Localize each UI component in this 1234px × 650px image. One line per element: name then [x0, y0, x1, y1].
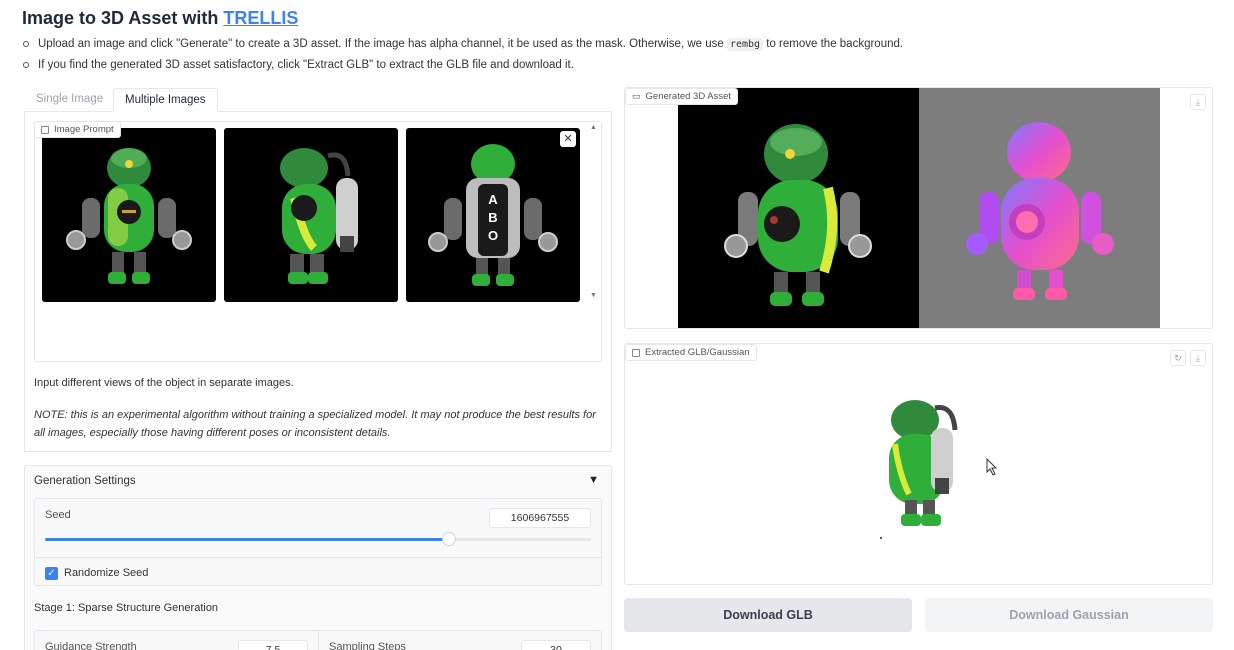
download-glb-button[interactable]: Download GLB	[624, 598, 912, 632]
file-icon	[632, 348, 640, 357]
svg-text:A: A	[488, 192, 498, 207]
download-gaussian-button[interactable]: Download Gaussian	[925, 598, 1213, 632]
randomize-seed-label[interactable]: Randomize Seed	[64, 567, 148, 579]
gallery-scrollbar[interactable]: ▲ ▼	[587, 122, 601, 304]
robot-color-render	[724, 124, 872, 306]
sampling-steps-control: Sampling Steps 30	[318, 631, 601, 650]
prompt-image-side[interactable]	[224, 128, 398, 302]
guidance-strength-label: Guidance Strength	[45, 641, 137, 650]
prompt-image-back[interactable]: A B O ✕	[406, 128, 580, 302]
input-tabs: Single Image Multiple Images	[24, 88, 612, 112]
randomize-seed-checkbox[interactable]: ✓	[45, 567, 58, 580]
extracted-glb-label: Extracted GLB/Gaussian	[625, 344, 757, 361]
color-render	[678, 88, 919, 328]
sampling-steps-label: Sampling Steps	[329, 641, 407, 650]
generation-settings-title[interactable]: Generation Settings	[34, 475, 136, 487]
mouse-cursor-icon	[986, 458, 998, 476]
normal-render	[919, 88, 1160, 328]
download-icon[interactable]: ⤓	[1190, 94, 1206, 110]
stage1-controls: Guidance Strength 7.5 Sampling Steps 30	[34, 630, 602, 650]
generation-settings-accordion: Generation Settings ▼ Seed 1606967555 ✓ …	[24, 465, 612, 650]
guidance-strength-input[interactable]: 7.5	[238, 640, 308, 650]
robot-front-image	[66, 148, 192, 284]
image-icon	[41, 125, 49, 134]
experimental-note: NOTE: this is an experimental algorithm …	[34, 409, 596, 439]
generated-asset-label: ▭ Generated 3D Asset	[625, 88, 739, 105]
instructions-list: Upload an image and click "Generate" to …	[22, 36, 903, 78]
download-icon[interactable]: ⤓	[1190, 350, 1206, 366]
seed-slider-fill	[45, 538, 450, 541]
seed-control: Seed 1606967555 ✓ Randomize Seed	[34, 498, 603, 587]
input-hint: Input different views of the object in s…	[34, 377, 294, 389]
remove-image-button[interactable]: ✕	[560, 131, 576, 147]
image-prompt-label: Image Prompt	[34, 121, 121, 138]
generated-asset-video[interactable]	[678, 88, 1160, 328]
randomize-seed-row: ✓ Randomize Seed	[35, 557, 603, 587]
tab-single-image[interactable]: Single Image	[25, 88, 114, 112]
stage1-title: Stage 1: Sparse Structure Generation	[34, 602, 219, 614]
tab-multiple-images[interactable]: Multiple Images	[113, 88, 218, 112]
video-icon: ▭	[632, 91, 641, 101]
robot-side-image	[280, 148, 358, 284]
title-text: Image to 3D Asset with	[22, 8, 224, 28]
trellis-link[interactable]: TRELLIS	[223, 8, 298, 28]
robot-back-image: A B O	[428, 144, 558, 286]
robot-normal-render	[966, 122, 1114, 300]
instruction-item: If you find the generated 3D asset satis…	[22, 57, 903, 78]
seed-input[interactable]: 1606967555	[489, 508, 591, 528]
seed-slider[interactable]	[45, 532, 591, 546]
guidance-strength-control: Guidance Strength 7.5	[35, 631, 318, 650]
image-prompt-gallery[interactable]: A B O ✕ ▲ ▼	[34, 121, 602, 362]
prompt-image-front[interactable]	[42, 128, 216, 302]
rembg-code: rembg	[726, 38, 764, 51]
sampling-steps-input[interactable]: 30	[521, 640, 591, 650]
collapse-arrow-icon[interactable]: ▼	[588, 474, 599, 486]
multiple-images-panel: A B O ✕ ▲ ▼ Image Prompt Input different…	[24, 112, 612, 452]
seed-label: Seed	[45, 509, 71, 521]
page-title: Image to 3D Asset with TRELLIS	[22, 8, 298, 29]
instruction-item: Upload an image and click "Generate" to …	[22, 36, 903, 57]
svg-text:O: O	[488, 228, 498, 243]
scroll-down-icon[interactable]: ▼	[590, 292, 597, 299]
seed-slider-handle[interactable]	[442, 532, 457, 546]
glb-model-viewer[interactable]	[865, 394, 975, 544]
extracted-glb-panel: Extracted GLB/Gaussian ↻ ⤓	[624, 343, 1213, 585]
generated-3d-asset-panel: ▭ Generated 3D Asset ⤓	[624, 87, 1213, 329]
scroll-up-icon[interactable]: ▲	[590, 124, 597, 131]
reset-icon[interactable]: ↻	[1170, 350, 1186, 366]
svg-text:B: B	[488, 210, 497, 225]
